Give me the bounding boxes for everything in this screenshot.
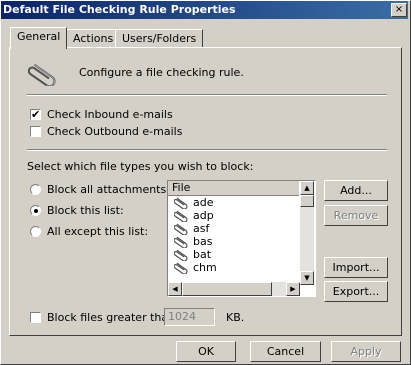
- size-unit-label: KB.: [226, 311, 245, 324]
- radio-block-all-label: Block all attachments: [47, 183, 167, 196]
- file-list-item[interactable]: bat: [168, 248, 315, 262]
- file-list-item-label: chm: [193, 261, 217, 274]
- close-icon: ×: [394, 4, 404, 15]
- file-list-item-label: adp: [193, 209, 214, 222]
- paperclip-icon: [173, 249, 190, 262]
- arrow-right-icon: ▶: [290, 285, 296, 293]
- import-button-label: Import...: [332, 261, 380, 274]
- remove-button[interactable]: Remove: [324, 205, 388, 226]
- size-limit-value: 1024: [168, 310, 196, 323]
- apply-button[interactable]: Apply: [331, 341, 401, 362]
- block-size-label: Block files greater than: [47, 311, 176, 324]
- select-types-label: Select which file types you wish to bloc…: [27, 160, 254, 173]
- tab-general[interactable]: General: [10, 27, 68, 49]
- paperclip-icon: [173, 236, 190, 249]
- block-size-checkbox[interactable]: [30, 312, 41, 323]
- cancel-button-label: Cancel: [266, 345, 305, 358]
- file-list-item[interactable]: chm: [168, 261, 315, 275]
- tab-users-folders-label: Users/Folders: [122, 32, 197, 45]
- file-list-item[interactable]: bas: [168, 235, 315, 249]
- file-list-item[interactable]: asf: [168, 222, 315, 236]
- paperclip-icon: [173, 223, 190, 236]
- scroll-up-button[interactable]: ▲: [300, 181, 314, 195]
- scroll-thumb[interactable]: [300, 195, 314, 207]
- ok-button-label: OK: [198, 345, 214, 358]
- scroll-down-button[interactable]: ▼: [300, 271, 314, 285]
- close-button[interactable]: ×: [391, 3, 407, 17]
- file-list-box[interactable]: File ade adp asf bas bat chm: [167, 180, 316, 297]
- scroll-left-button[interactable]: ◀: [168, 282, 182, 296]
- file-column-header[interactable]: File: [168, 181, 299, 196]
- arrow-down-icon: ▼: [304, 274, 310, 282]
- cancel-button[interactable]: Cancel: [250, 341, 321, 362]
- separator-top: [27, 94, 387, 96]
- file-list-rows: ade adp asf bas bat chm: [168, 196, 315, 275]
- title-bar[interactable]: Default File Checking Rule Properties: [1, 1, 408, 19]
- export-button-label: Export...: [332, 285, 380, 298]
- add-button[interactable]: Add...: [324, 180, 388, 201]
- separator-middle: [27, 149, 387, 151]
- radio-block-list[interactable]: [30, 205, 41, 216]
- file-list-item[interactable]: adp: [168, 209, 315, 223]
- radio-block-all[interactable]: [30, 184, 41, 195]
- tab-users-folders[interactable]: Users/Folders: [115, 29, 204, 47]
- file-list-item-label: ade: [193, 196, 214, 209]
- arrow-left-icon: ◀: [172, 285, 178, 293]
- file-list-item-label: asf: [193, 222, 210, 235]
- intro-text: Configure a file checking rule.: [79, 66, 244, 79]
- check-inbound-label: Check Inbound e-mails: [47, 108, 173, 121]
- tab-actions-label: Actions: [73, 32, 114, 45]
- export-button[interactable]: Export...: [324, 281, 388, 302]
- file-list-item-label: bat: [193, 248, 212, 261]
- check-inbound-checkbox[interactable]: ✔: [30, 109, 41, 120]
- radio-all-except-label: All except this list:: [47, 225, 149, 238]
- check-outbound-label: Check Outbound e-mails: [47, 125, 183, 138]
- tab-general-label: General: [17, 30, 61, 43]
- horizontal-scroll-thumb[interactable]: [182, 282, 272, 296]
- scroll-right-button[interactable]: ▶: [286, 282, 300, 296]
- file-column-header-label: File: [172, 181, 191, 194]
- size-limit-input[interactable]: 1024: [164, 308, 215, 326]
- file-list-item[interactable]: ade: [168, 196, 315, 210]
- apply-button-label: Apply: [350, 345, 382, 358]
- checkmark-icon: ✔: [31, 108, 41, 121]
- arrow-up-icon: ▲: [304, 184, 310, 192]
- file-list-item-label: bas: [193, 235, 213, 248]
- paperclip-icon: [173, 197, 190, 210]
- paperclip-icon: [173, 210, 190, 223]
- add-button-label: Add...: [340, 184, 372, 197]
- ok-button[interactable]: OK: [176, 341, 236, 362]
- paperclip-icon: [27, 58, 62, 88]
- tab-actions[interactable]: Actions: [66, 29, 121, 47]
- radio-all-except[interactable]: [30, 226, 41, 237]
- radio-block-list-label: Block this list:: [47, 204, 124, 217]
- tab-join: [11, 47, 63, 49]
- remove-button-label: Remove: [333, 209, 379, 222]
- paperclip-icon: [173, 262, 190, 275]
- window-title: Default File Checking Rule Properties: [3, 3, 236, 16]
- import-button[interactable]: Import...: [324, 257, 388, 278]
- check-outbound-checkbox[interactable]: [30, 126, 41, 137]
